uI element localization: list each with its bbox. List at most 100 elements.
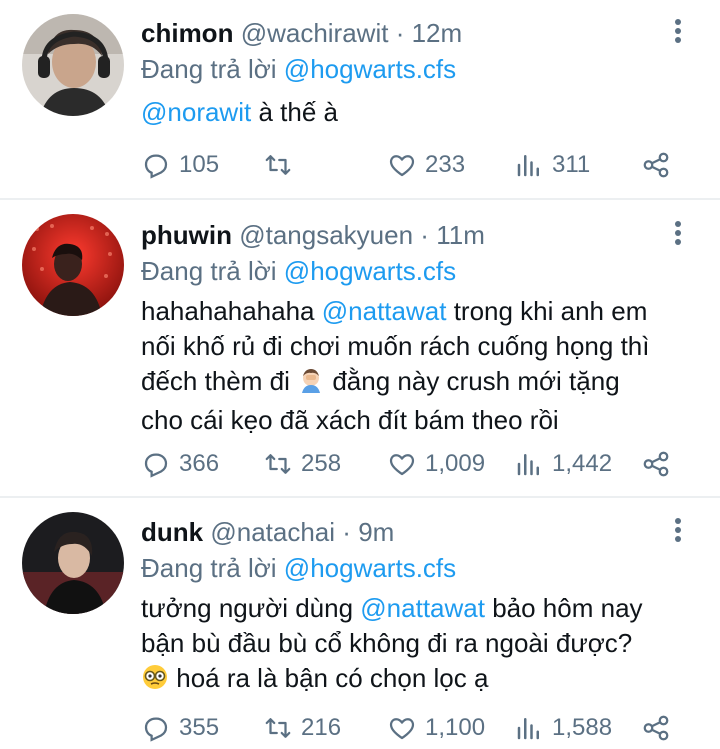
- views-bar-chart-icon: [517, 155, 539, 177]
- tweet-chimon[interactable]: chimon @wachirawit · 12m Đang trả lời @h…: [0, 0, 720, 196]
- tweet-text-segment: hoá ra là bận có chọn lọc ạ: [176, 663, 489, 693]
- person-facepalming-emoji-icon: [297, 366, 325, 403]
- avatar[interactable]: [22, 214, 124, 316]
- tweet-text-segment: tưởng người dùng: [141, 593, 354, 623]
- views-button[interactable]: 1,588: [514, 710, 612, 746]
- tweet-text: hahahahahaha @nattawat trong khi anh em …: [141, 294, 701, 438]
- like-button[interactable]: 1,009: [387, 446, 485, 482]
- tweet-header: phuwin @tangsakyuen · 11m: [141, 218, 485, 252]
- tweet-header: chimon @wachirawit · 12m: [141, 16, 462, 50]
- retweet-icon: [265, 454, 291, 474]
- tweet-text-content: à thế à: [258, 97, 338, 127]
- tweet-text-segment: đếch thèm đi: [141, 366, 290, 396]
- separator-dot: ·: [420, 220, 429, 250]
- retweet-button[interactable]: 216: [263, 710, 341, 746]
- reply-icon: [144, 717, 168, 742]
- tweet-text-line: hahahahahaha @nattawat trong khi anh em: [141, 294, 701, 329]
- more-options-icon[interactable]: [668, 515, 688, 549]
- heart-icon: [389, 718, 415, 740]
- like-count: 233: [425, 151, 466, 178]
- like-count: 1,100: [425, 714, 486, 741]
- display-name[interactable]: chimon: [141, 18, 233, 48]
- display-name[interactable]: phuwin: [141, 220, 232, 250]
- views-button[interactable]: 1,442: [514, 446, 612, 482]
- replying-to-link[interactable]: @hogwarts.cfs: [284, 553, 456, 583]
- separator-dot: ·: [395, 18, 405, 48]
- tweet-header: dunk @natachai · 9m: [141, 515, 394, 549]
- view-count: 1,588: [552, 714, 613, 741]
- replying-to-label: Đang trả lời: [141, 256, 277, 286]
- reply-button[interactable]: 105: [141, 147, 219, 183]
- reply-button[interactable]: 355: [141, 710, 219, 746]
- replying-to-label: Đang trả lời: [141, 54, 277, 84]
- view-count: 1,442: [552, 450, 613, 477]
- tweet-text-line: bận bù đầu bù cổ không đi ra ngoài được?: [141, 628, 633, 658]
- replying-to: Đang trả lời @hogwarts.cfs: [141, 52, 456, 86]
- tweet-text-line: cho cái kẹo đã xách đít bám theo rồi: [141, 405, 559, 435]
- share-button[interactable]: [641, 710, 679, 746]
- views-bar-chart-icon: [517, 718, 539, 740]
- tweet-actions: 105 233 311: [141, 147, 681, 183]
- mention-link[interactable]: @nattawat: [360, 593, 485, 623]
- tweet-text-line: nối khố rủ đi chơi muốn rách cuống họng …: [141, 331, 650, 361]
- heart-icon: [389, 155, 415, 177]
- more-options-icon[interactable]: [668, 16, 688, 50]
- reply-count: 355: [179, 714, 220, 741]
- tweet-actions: 366 258 1,009 1,442: [141, 446, 681, 482]
- heart-icon: [389, 454, 415, 476]
- tweet-feed: chimon @wachirawit · 12m Đang trả lời @h…: [0, 0, 720, 749]
- share-icon: [643, 451, 669, 477]
- retweet-count: 216: [301, 714, 342, 741]
- views-bar-chart-icon: [517, 454, 539, 476]
- replying-to-link[interactable]: @hogwarts.cfs: [284, 54, 456, 84]
- tweet-text-segment: trong khi anh em: [453, 296, 648, 326]
- timestamp[interactable]: 11m: [436, 220, 485, 250]
- reply-count: 366: [179, 450, 220, 477]
- tweet-phuwin[interactable]: phuwin @tangsakyuen · 11m Đang trả lời @…: [0, 200, 720, 494]
- replying-to-label: Đang trả lời: [141, 553, 277, 583]
- retweet-icon: [265, 155, 291, 175]
- display-name[interactable]: dunk: [141, 517, 203, 547]
- view-count: 311: [552, 151, 591, 178]
- replying-to: Đang trả lời @hogwarts.cfs: [141, 254, 456, 288]
- reply-icon: [144, 154, 168, 179]
- user-handle[interactable]: @tangsakyuen: [239, 220, 413, 250]
- like-button[interactable]: 1,100: [387, 710, 485, 746]
- tweet-dunk[interactable]: dunk @natachai · 9m Đang trả lời @hogwar…: [0, 498, 720, 749]
- replying-to: Đang trả lời @hogwarts.cfs: [141, 551, 456, 585]
- tweet-text: tưởng người dùng @nattawat bảo hôm nay b…: [141, 591, 701, 700]
- share-button[interactable]: [641, 446, 679, 482]
- replying-to-link[interactable]: @hogwarts.cfs: [284, 256, 456, 286]
- mention-link[interactable]: @norawit: [141, 97, 251, 127]
- timestamp[interactable]: 12m: [412, 18, 463, 48]
- avatar[interactable]: [22, 14, 124, 116]
- tweet-text-segment: hahahahahaha: [141, 296, 315, 326]
- retweet-icon: [265, 718, 291, 738]
- share-icon: [643, 152, 669, 178]
- more-options-icon[interactable]: [668, 218, 688, 252]
- share-icon: [643, 715, 669, 741]
- tweet-text-line: tưởng người dùng @nattawat bảo hôm nay: [141, 591, 701, 626]
- like-count: 1,009: [425, 450, 486, 477]
- avatar[interactable]: [22, 512, 124, 614]
- mention-link[interactable]: @nattawat: [322, 296, 447, 326]
- face-with-monocle-glasses-icon: [141, 663, 169, 700]
- user-handle[interactable]: @natachai: [210, 517, 335, 547]
- reply-icon: [144, 453, 168, 478]
- timestamp[interactable]: 9m: [358, 517, 394, 547]
- tweet-text-line: đếch thèm đi đằng này crush mới tặng: [141, 364, 701, 403]
- tweet-actions: 355 216 1,100 1,588: [141, 710, 681, 746]
- reply-button[interactable]: 366: [141, 446, 219, 482]
- user-handle[interactable]: @wachirawit: [241, 18, 389, 48]
- tweet-text-segment: bảo hôm nay: [492, 593, 643, 623]
- reply-count: 105: [179, 151, 220, 178]
- separator-dot: ·: [342, 517, 351, 547]
- share-button[interactable]: [641, 147, 679, 183]
- like-button[interactable]: 233: [387, 147, 465, 183]
- retweet-button[interactable]: [263, 147, 301, 183]
- tweet-text-line: hoá ra là bận có chọn lọc ạ: [141, 661, 701, 700]
- retweet-count: 258: [301, 450, 342, 477]
- tweet-text: @norawit à thế à: [141, 95, 701, 130]
- retweet-button[interactable]: 258: [263, 446, 341, 482]
- views-button[interactable]: 311: [514, 147, 590, 183]
